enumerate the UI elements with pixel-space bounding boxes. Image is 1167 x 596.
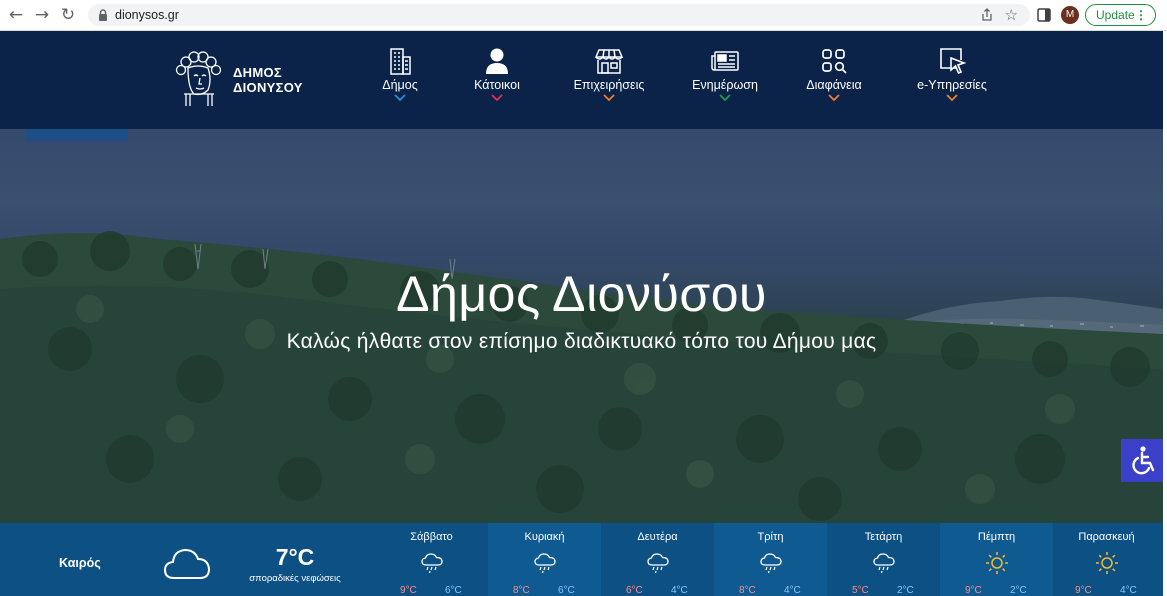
forecast-max: 9°C [1075, 585, 1092, 596]
forest-landscape-image [0, 231, 1163, 523]
nav-label: e-Υπηρεσίες [917, 78, 987, 92]
chevron-down-icon [491, 94, 503, 102]
accessibility-button[interactable] [1121, 439, 1163, 482]
chevron-down-icon [828, 94, 840, 102]
skip-link-tab[interactable] [25, 129, 128, 141]
nav-item-diafaneia[interactable]: Διαφάνεια [801, 46, 867, 112]
forecast-day-name: Πέμπτη [977, 531, 1016, 543]
cursor-window-icon [940, 48, 967, 75]
browser-toolbar: ← → ↻ dionysos.gr ☆ M Update ⋮ [0, 0, 1167, 31]
forecast-min: 4°C [671, 585, 688, 596]
forecast-min: 6°C [445, 585, 462, 596]
profile-avatar[interactable]: M [1061, 6, 1079, 24]
sun-icon [1096, 552, 1118, 574]
share-icon[interactable] [980, 8, 994, 22]
nav-item-dimos[interactable]: Δήμος [371, 46, 429, 112]
forecast-max: 8°C [739, 585, 756, 596]
nav-item-e-ypiresies[interactable]: e-Υπηρεσίες [913, 46, 991, 112]
forward-arrow-icon[interactable]: → [33, 6, 51, 24]
site-logo[interactable]: ΔΗΜΟΣ ΔΙΟΝΥΣΟΥ [172, 50, 312, 106]
forecast-day-name: Σάββατο [410, 531, 453, 543]
hero-banner: Δήμος Διονύσου Καλώς ήλθατε στον επίσημο… [0, 129, 1163, 523]
nav-label: Ενημέρωση [692, 78, 758, 92]
person-icon [486, 48, 508, 74]
chevron-down-icon [394, 94, 406, 102]
nav-label: Διαφάνεια [806, 78, 862, 92]
storefront-icon [594, 49, 624, 74]
hero-title: Δήμος Διονύσου [396, 266, 767, 322]
nav-item-epixeiriseis[interactable]: Επιχειρήσεις [569, 46, 649, 112]
nav-label: Δήμος [382, 78, 418, 92]
rain-cloud-icon [534, 553, 556, 574]
logo-text-line1: ΔΗΜΟΣ [233, 65, 282, 80]
rain-cloud-icon [421, 553, 443, 574]
building-icon [390, 48, 411, 75]
forecast-day: Σάββατο 9°C 6°C [375, 523, 488, 596]
forecast-min: 2°C [897, 585, 914, 596]
side-panel-icon[interactable] [1037, 8, 1051, 22]
rain-cloud-icon [647, 553, 669, 574]
forecast-max: 5°C [852, 585, 869, 596]
forecast-day: Δευτέρα 6°C 4°C [601, 523, 714, 596]
update-button[interactable]: Update ⋮ [1085, 4, 1156, 26]
forecast-day: Παρασκευή 9°C 4°C [1050, 523, 1163, 596]
forecast-max: 6°C [626, 585, 643, 596]
lock-icon [99, 9, 107, 21]
dionysus-head-logo-icon [175, 51, 222, 106]
sun-icon [986, 552, 1008, 574]
forecast-min: 4°C [1120, 585, 1137, 596]
weather-label: Καιρός [59, 556, 101, 570]
rain-cloud-icon [760, 553, 782, 574]
forecast-day-name: Τετάρτη [864, 531, 903, 543]
logo-text-line2: ΔΙΟΝΥΣΟΥ [233, 80, 303, 95]
rain-cloud-icon [873, 553, 895, 574]
nav-label: Κάτοικοι [474, 78, 520, 92]
forecast-max: 9°C [965, 585, 982, 596]
forecast-min: 6°C [558, 585, 575, 596]
wheelchair-icon [1132, 446, 1155, 475]
forecast-max: 9°C [400, 585, 417, 596]
url-text: dionysos.gr [115, 8, 179, 22]
chevron-down-icon [719, 94, 731, 102]
current-conditions: σποραδικές νεφώσεις [249, 573, 341, 584]
hero-subtitle: Καλώς ήλθατε στον επίσημο διαδικτυακό τό… [286, 330, 877, 353]
forecast-min: 4°C [784, 585, 801, 596]
forecast-day: Τετάρτη 5°C 2°C [827, 523, 940, 596]
current-temperature: 7°C [275, 544, 315, 570]
kebab-menu-icon[interactable]: ⋮ [1135, 5, 1147, 25]
bookmark-star-icon[interactable]: ☆ [1005, 7, 1018, 23]
nav-item-katoikoi[interactable]: Κάτοικοι [466, 46, 528, 112]
forecast-min: 2°C [1010, 585, 1027, 596]
chevron-down-icon [946, 94, 958, 102]
reload-icon[interactable]: ↻ [59, 6, 77, 24]
weather-bar: Καιρός 7°C σποραδικές νεφώσεις Σάββατο 9… [0, 523, 1163, 596]
cloud-icon [163, 548, 211, 579]
back-arrow-icon[interactable]: ← [7, 6, 25, 24]
forecast-day-name: Δευτέρα [637, 531, 678, 543]
forecast-max: 8°C [513, 585, 530, 596]
forecast-day-name: Κυριακή [524, 531, 565, 543]
forecast-day-name: Παρασκευή [1078, 531, 1135, 543]
forecast-day-name: Τρίτη [757, 531, 784, 543]
chevron-down-icon [603, 94, 615, 102]
forecast-day: Πέμπτη 9°C 2°C [940, 523, 1053, 596]
forecast-day: Τρίτη 8°C 4°C [714, 523, 827, 596]
apps-search-icon [822, 49, 847, 74]
nav-label: Επιχειρήσεις [573, 78, 645, 92]
nav-item-enimerosi[interactable]: Ενημέρωση [686, 46, 764, 112]
address-bar[interactable]: dionysos.gr ☆ [88, 4, 1030, 26]
newspaper-icon [711, 51, 739, 71]
update-label: Update [1096, 8, 1135, 22]
site-header: ΔΗΜΟΣ ΔΙΟΝΥΣΟΥ Δήμος Κάτοικοι Επιχειρήσε… [0, 31, 1163, 129]
forecast-day: Κυριακή 8°C 6°C [488, 523, 601, 596]
